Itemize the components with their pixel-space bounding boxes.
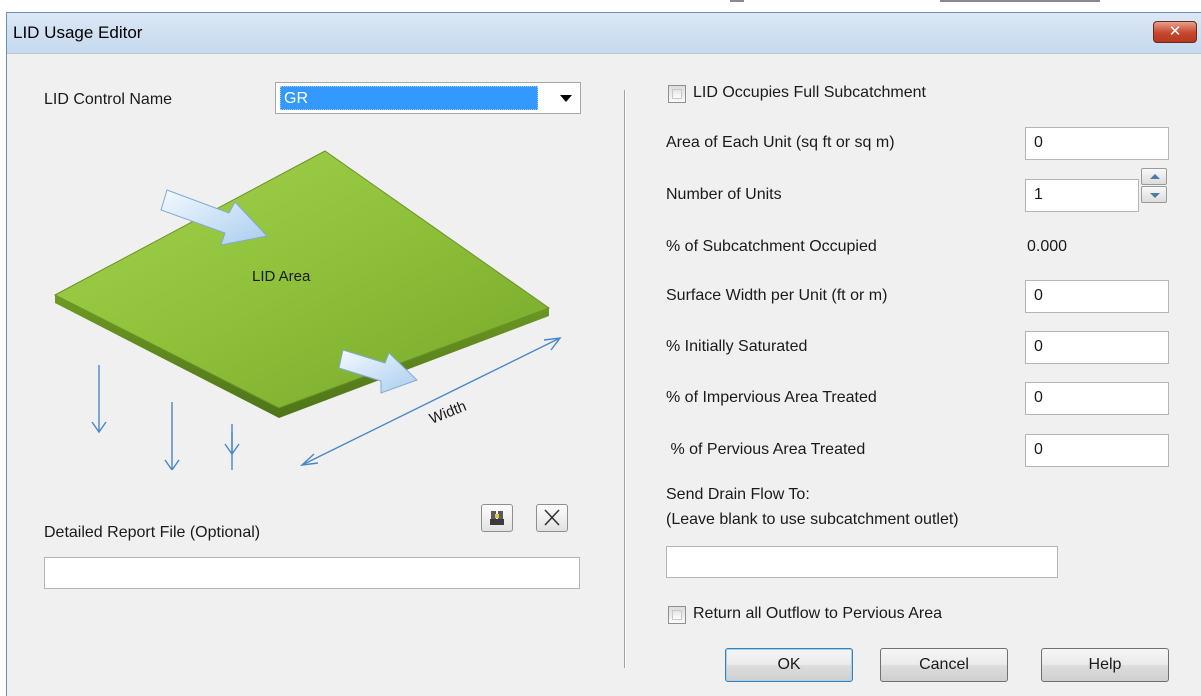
drain-flow-hint: (Leave blank to use subcatchment outlet) bbox=[666, 511, 959, 528]
occupied-label: % of Subcatchment Occupied bbox=[666, 238, 877, 255]
lid-control-name-dropdown[interactable]: GR bbox=[275, 82, 581, 114]
area-label: Area of Each Unit (sq ft or sq m) bbox=[666, 134, 895, 151]
impervious-input[interactable]: 0 bbox=[1025, 382, 1169, 415]
close-button[interactable]: ✕ bbox=[1153, 21, 1197, 43]
lid-usage-editor-dialog: LID Usage Editor ✕ LID Control Name GR L… bbox=[6, 12, 1201, 696]
help-button[interactable]: Help bbox=[1041, 648, 1169, 682]
stepper-down-button[interactable] bbox=[1141, 186, 1167, 203]
occupied-value: 0.000 bbox=[1027, 238, 1068, 255]
clear-x-icon bbox=[544, 509, 560, 526]
saturated-input[interactable]: 0 bbox=[1025, 331, 1169, 364]
area-input[interactable]: 0 bbox=[1025, 127, 1169, 160]
saturated-label: % Initially Saturated bbox=[666, 338, 808, 355]
full-subcatchment-label: LID Occupies Full Subcatchment bbox=[693, 84, 926, 101]
cancel-button[interactable]: Cancel bbox=[880, 648, 1008, 682]
background-fragment bbox=[940, 0, 1100, 2]
stepper-up-button[interactable] bbox=[1141, 168, 1167, 185]
report-file-label: Detailed Report File (Optional) bbox=[44, 524, 261, 541]
lid-control-name-label: LID Control Name bbox=[44, 91, 173, 108]
return-outflow-label: Return all Outflow to Pervious Area bbox=[693, 605, 943, 622]
full-subcatchment-checkbox[interactable] bbox=[668, 85, 686, 103]
pervious-input[interactable]: 0 bbox=[1025, 434, 1169, 467]
lid-area-diagram: LID Area Width bbox=[37, 150, 567, 493]
units-stepper bbox=[1141, 168, 1169, 204]
lid-area-label: LID Area bbox=[252, 268, 311, 285]
dialog-client-area: LID Control Name GR LID Area Width Detai… bbox=[7, 54, 1201, 696]
lid-control-name-value: GR bbox=[280, 86, 538, 110]
binoculars-icon bbox=[490, 511, 504, 525]
chevron-down-icon[interactable] bbox=[560, 95, 572, 102]
return-outflow-checkbox[interactable] bbox=[668, 606, 686, 624]
drain-flow-label: Send Drain Flow To: bbox=[666, 486, 810, 503]
dialog-title: LID Usage Editor bbox=[13, 23, 143, 42]
units-input[interactable]: 1 bbox=[1025, 179, 1139, 212]
chevron-down-icon bbox=[1150, 193, 1160, 198]
drain-flow-input[interactable] bbox=[666, 546, 1058, 578]
close-icon: ✕ bbox=[1168, 23, 1182, 40]
panel-divider bbox=[624, 90, 626, 668]
clear-report-button[interactable] bbox=[536, 504, 568, 532]
pervious-label: % of Pervious Area Treated bbox=[666, 441, 866, 458]
report-file-input[interactable] bbox=[44, 557, 580, 589]
surface-width-input[interactable]: 0 bbox=[1025, 280, 1169, 313]
lid-diagram-svg bbox=[53, 150, 562, 493]
surface-width-label: Surface Width per Unit (ft or m) bbox=[666, 287, 888, 304]
ok-button[interactable]: OK bbox=[725, 648, 853, 682]
infiltration-arrow-extra bbox=[224, 424, 240, 456]
background-fragment bbox=[730, 0, 744, 2]
width-arrowhead-icon bbox=[299, 453, 319, 466]
impervious-label: % of Impervious Area Treated bbox=[666, 389, 877, 406]
browse-button[interactable] bbox=[481, 504, 513, 532]
title-bar: LID Usage Editor ✕ bbox=[7, 13, 1201, 54]
chevron-up-icon bbox=[1150, 174, 1160, 179]
units-label: Number of Units bbox=[666, 186, 782, 203]
